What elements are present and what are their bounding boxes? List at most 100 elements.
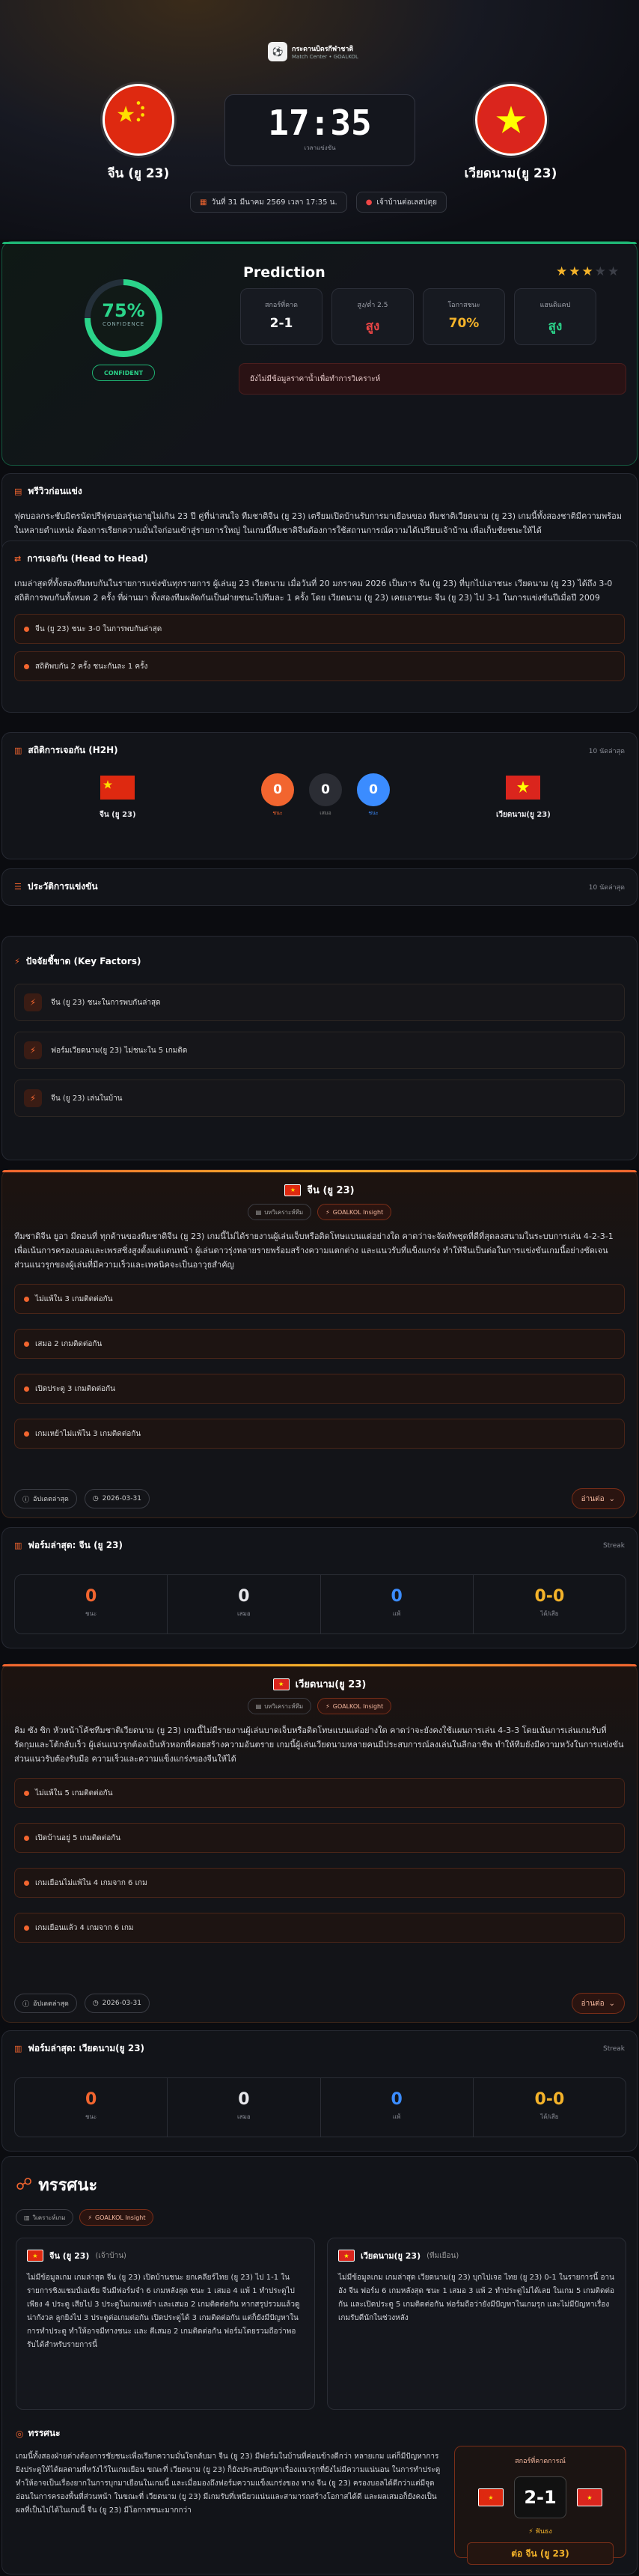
form-losses: 0 แพ้ <box>321 2078 474 2137</box>
bullet-icon <box>24 1386 29 1392</box>
summary-text: เกมนี้ทั้งสองฝ่ายต่างต้องการชัยชนะเพื่อเ… <box>16 2452 441 2515</box>
trend-text: เกมเหย้าไม่แพ้ใน 3 เกมติดต่อกัน <box>35 1429 141 1438</box>
trend-text: เปิดบ้านอยู่ 5 เกมติดต่อกัน <box>35 1833 121 1842</box>
column-team: เวียดนาม(ยู 23) <box>361 2251 421 2261</box>
cell-label: โอกาสชนะ <box>447 302 480 309</box>
lightning-icon: ⚡ <box>325 1208 330 1216</box>
cell-label: แฮนดิแคป <box>539 302 571 309</box>
game-analysis-tag: ▥ วิเคราะห์เกม <box>16 2209 74 2226</box>
chat-icon: ☍ <box>16 2175 33 2194</box>
goals-label: ได้/เสีย <box>540 2113 559 2120</box>
form-goals: 0-0 ได้/เสีย <box>474 2078 626 2137</box>
list-icon: ☰ <box>14 882 22 892</box>
match-history-section[interactable]: ☰ ประวัติการแข่งขัน 10 นัดล่าสุด <box>1 868 638 906</box>
insight-tag: ⚡ GOALKOL Insight <box>79 2209 154 2226</box>
vietnam-flag-icon: ★ <box>272 1678 290 1690</box>
date-pill: ◷ 2026-03-31 <box>84 1994 150 2013</box>
bullet-icon <box>24 1296 29 1302</box>
home-team[interactable]: จีน (ยู 23) <box>82 84 195 183</box>
brand-subtitle: Match Center • GOALKOL <box>292 54 358 60</box>
h2h-away-wins-label: ชนะ <box>368 810 379 816</box>
h2h-home-wins: 0 <box>261 773 294 806</box>
trend-text: เสมอ 2 เกมติดต่อกัน <box>35 1339 103 1348</box>
away-card-name: เวียดนาม(ยู 23) <box>295 1679 367 1690</box>
draws-value: 0 <box>238 2090 250 2109</box>
read-more-button[interactable]: อ่านต่อ ⌄ <box>571 1488 625 1509</box>
wins-value: 0 <box>85 1587 97 1606</box>
china-flag-icon <box>103 84 174 156</box>
updated-pill: ⓘ อัปเดตล่าสุด <box>14 1489 77 1508</box>
h2h-home: จีน (ยู 23) <box>100 770 136 820</box>
read-more-button[interactable]: อ่านต่อ ⌄ <box>571 1993 625 2014</box>
analysis-title-text: ทรรศนะ <box>38 2176 98 2195</box>
cell-value: 2-1 <box>269 316 293 331</box>
wins-value: 0 <box>85 2090 97 2109</box>
clock-icon: ◷ <box>92 2000 99 2007</box>
bar-chart-icon: ▥ <box>14 1541 22 1550</box>
over-under-cell: สูง/ต่ำ 2.5 สูง <box>331 288 414 345</box>
match-venue: ● เจ้าบ้านต่อเลสปตุย <box>355 192 447 213</box>
h2h-away-wins: 0 <box>357 773 390 806</box>
section-meta: 10 นัดล่าสุด <box>588 883 625 892</box>
column-role: (เจ้าบ้าน) <box>95 2251 126 2260</box>
bullet-icon <box>24 1790 29 1796</box>
analysis-title: ☍ ทรรศนะ <box>16 2172 97 2198</box>
updated-date: 2026-03-31 <box>102 2000 141 2007</box>
kickoff-time-box: 17:35 เวลาแข่งขัน <box>224 94 415 166</box>
away-trend: เกมเยือนแล้ว 4 เกมจาก 6 เกม <box>14 1913 625 1943</box>
key-factor-text: จีน (ยู 23) เล่นในบ้าน <box>51 1094 123 1103</box>
home-card-name: จีน (ยู 23) <box>307 1185 355 1196</box>
updated-label: อัปเดตล่าสุด <box>33 2000 69 2008</box>
goals-value: 0-0 <box>534 1587 565 1606</box>
away-analysis-column: ★ เวียดนาม(ยู 23) (ทีมเยือน) ไม่มีข้อมูลเก… <box>327 2238 626 2410</box>
tag-text: GOALKOL Insight <box>332 1208 384 1216</box>
wins-label: ชนะ <box>85 2113 97 2120</box>
h2h-draws: 0 <box>309 773 342 806</box>
location-pin-icon: ● <box>365 198 373 207</box>
section-title: ปัจจัยชี้ขาด (Key Factors) <box>25 956 141 966</box>
cell-label: สูง/ต่ำ 2.5 <box>357 302 388 309</box>
star-empty-icon: ★ <box>608 264 621 279</box>
star-icon: ★ <box>581 264 595 279</box>
section-meta: 10 นัดล่าสุด <box>588 747 625 755</box>
h2h-point: สถิติพบกัน 2 ครั้ง ชนะกันละ 1 ครั้ง <box>14 651 625 681</box>
vietnam-flag-icon <box>506 770 541 805</box>
pick-button[interactable]: ต่อ จีน (ยู 23) <box>467 2542 614 2565</box>
confidence-ring: 75% CONFIDENCE <box>85 279 162 357</box>
tag-text: GOALKOL Insight <box>94 2214 146 2221</box>
trend-text: เปิดประตู 3 เกมติดต่อกัน <box>35 1384 116 1393</box>
verdict-text: ฟันธง <box>535 2528 552 2536</box>
key-factor-item: ⚡ จีน (ยู 23) เล่นในบ้าน <box>14 1080 625 1117</box>
team-analysis-tag: ▤ บทวิเคราะห์ทีม <box>247 1204 312 1220</box>
cell-label: สกอร์ที่คาด <box>264 302 299 309</box>
updated-pill: ⓘ อัปเดตล่าสุด <box>14 1994 77 2013</box>
h2h-away-name: เวียดนาม(ยู 23) <box>496 811 551 819</box>
predicted-score-card: สกอร์ที่คาดการณ์ ★ 2-1 ★ ⚡ ฟันธง ต่อ จีน… <box>454 2446 626 2565</box>
kickoff-label: เวลาแข่งขัน <box>304 144 336 151</box>
analysis-section: ☍ ทรรศนะ ▥ วิเคราะห์เกม ⚡ GOALKOL Insight ★… <box>1 2156 638 2575</box>
form-stats: 0 ชนะ 0 เสมอ 0 แพ้ 0-0 ได้/เสีย <box>14 1574 626 1634</box>
bullet-icon <box>24 663 29 669</box>
document-icon: ▤ <box>14 487 22 496</box>
date-pill: ◷ 2026-03-31 <box>84 1489 150 1508</box>
updated-label: อัปเดตล่าสุด <box>33 1496 69 1503</box>
column-team: จีน (ยู 23) <box>49 2251 90 2261</box>
team-analysis-tag: ▤ บทวิเคราะห์ทีม <box>247 1698 312 1714</box>
form-draws: 0 เสมอ <box>168 2078 321 2137</box>
key-factor-text: ฟอร์มเวียดนาม(ยู 23) ไม่ชนะใน 5 เกมติด <box>51 1046 188 1055</box>
section-title: การเจอกัน (Head to Head) <box>27 553 148 564</box>
home-form-section: ▥ ฟอร์มล่าสุด: จีน (ยู 23) Streak 0 ชนะ 0 เส… <box>1 1527 638 1648</box>
cell-value: 70% <box>448 316 480 331</box>
away-team[interactable]: เวียดนาม(ยู 23) <box>449 84 572 183</box>
section-title: พรีวิวก่อนแข่ง <box>28 486 82 496</box>
tag-text: GOALKOL Insight <box>332 1702 384 1710</box>
brand-header[interactable]: ⚽ กระดานบิดรกีฬาชาติ Match Center • GOAL… <box>268 39 380 64</box>
form-wins: 0 ชนะ <box>15 2078 168 2137</box>
prediction-grid: สกอร์ที่คาด 2-1 สูง/ต่ำ 2.5 สูง โอกาสชนะ 70… <box>240 288 596 345</box>
doc-icon: ▤ <box>255 1702 262 1710</box>
draws-label: เสมอ <box>237 2113 251 2120</box>
h2h-home-name: จีน (ยู 23) <box>100 811 136 819</box>
confidence-badge: CONFIDENT <box>92 365 155 381</box>
section-title: ประวัติการแข่งขัน <box>27 881 98 892</box>
info-icon: ⓘ <box>22 2000 30 2009</box>
